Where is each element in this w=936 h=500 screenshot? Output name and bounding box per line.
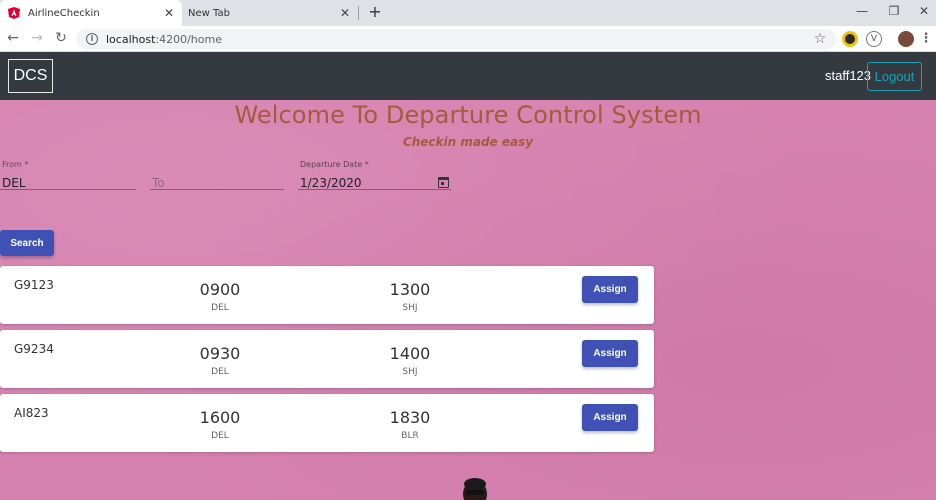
vpn-extension-icon[interactable]: V	[866, 31, 882, 47]
info-icon[interactable]: i	[86, 33, 98, 45]
assign-button[interactable]: Assign	[582, 404, 638, 431]
departure-time: 0930	[199, 344, 241, 363]
from-field[interactable]: From * DEL	[0, 160, 136, 190]
username: staff123	[825, 68, 872, 83]
tab-title: New Tab	[188, 7, 230, 19]
flight-card: G9123 0900 DEL 1300 SHJ Assign	[0, 266, 654, 324]
arrival-code: SHJ	[402, 367, 418, 377]
restore-icon[interactable]: ❐	[884, 4, 904, 18]
arrival-time: 1830	[389, 408, 431, 427]
tab-airline-checkin[interactable]: AirlineCheckin ✕	[0, 0, 182, 26]
logout-button[interactable]: Logout	[867, 62, 922, 91]
brand-logo[interactable]: DCS	[8, 59, 53, 93]
to-field[interactable]: To	[150, 160, 284, 190]
close-tab-icon[interactable]: ✕	[164, 6, 174, 20]
arrival-code: SHJ	[402, 303, 418, 313]
reload-icon[interactable]: ↻	[52, 30, 70, 46]
angular-icon	[8, 7, 20, 19]
departure-code: DEL	[211, 303, 229, 313]
new-tab-icon[interactable]: +	[366, 2, 384, 21]
url-text: localhost:4200/home	[106, 32, 222, 46]
menu-icon[interactable]: ⋮	[918, 31, 934, 47]
page-title: Welcome To Departure Control System	[234, 101, 702, 129]
browser-tab-strip: AirlineCheckin ✕ New Tab ✕ + — ❐ ✕	[0, 0, 936, 26]
departure-code: DEL	[211, 367, 229, 377]
from-label: From *	[2, 160, 29, 169]
minimize-icon[interactable]: —	[852, 4, 872, 18]
browser-toolbar: ← → ↻ i localhost:4200/home ☆ V ⋮	[0, 26, 936, 52]
forward-icon[interactable]: →	[28, 30, 46, 46]
app-root: DCS staff123 Logout Welcome To Departure…	[0, 52, 936, 500]
star-icon[interactable]: ☆	[812, 31, 828, 47]
to-placeholder: To	[152, 176, 165, 190]
tab-title: AirlineCheckin	[28, 7, 100, 19]
avatar[interactable]	[898, 31, 914, 47]
arrival-code: BLR	[401, 431, 419, 441]
assign-button[interactable]: Assign	[582, 340, 638, 367]
from-value: DEL	[2, 176, 26, 190]
arrival-time: 1400	[389, 344, 431, 363]
flight-number: G9234	[14, 342, 54, 356]
extension-icon[interactable]	[842, 31, 858, 47]
date-value: 1/23/2020	[300, 176, 362, 190]
flight-card: G9234 0930 DEL 1400 SHJ Assign	[0, 330, 654, 388]
date-label: Departure Date *	[300, 160, 369, 169]
page-subtitle: Checkin made easy	[402, 135, 534, 149]
flight-number: AI823	[14, 406, 49, 420]
tab-new-tab[interactable]: New Tab ✕	[182, 0, 359, 26]
navbar: DCS staff123 Logout	[0, 52, 936, 100]
departure-date-field[interactable]: Departure Date * 1/23/2020	[298, 160, 451, 190]
window-close-icon[interactable]: ✕	[914, 4, 934, 18]
tab-separator	[358, 6, 359, 20]
departure-time: 1600	[199, 408, 241, 427]
background-person-image	[463, 478, 487, 500]
arrival-time: 1300	[389, 280, 431, 299]
close-tab-icon[interactable]: ✕	[340, 6, 350, 20]
departure-code: DEL	[211, 431, 229, 441]
address-bar[interactable]: i localhost:4200/home	[76, 29, 836, 49]
assign-button[interactable]: Assign	[582, 276, 638, 303]
calendar-icon[interactable]	[438, 177, 449, 188]
flight-number: G9123	[14, 278, 54, 292]
back-icon[interactable]: ←	[4, 30, 22, 46]
search-button[interactable]: Search	[0, 230, 54, 256]
flight-card: AI823 1600 DEL 1830 BLR Assign	[0, 394, 654, 452]
departure-time: 0900	[199, 280, 241, 299]
